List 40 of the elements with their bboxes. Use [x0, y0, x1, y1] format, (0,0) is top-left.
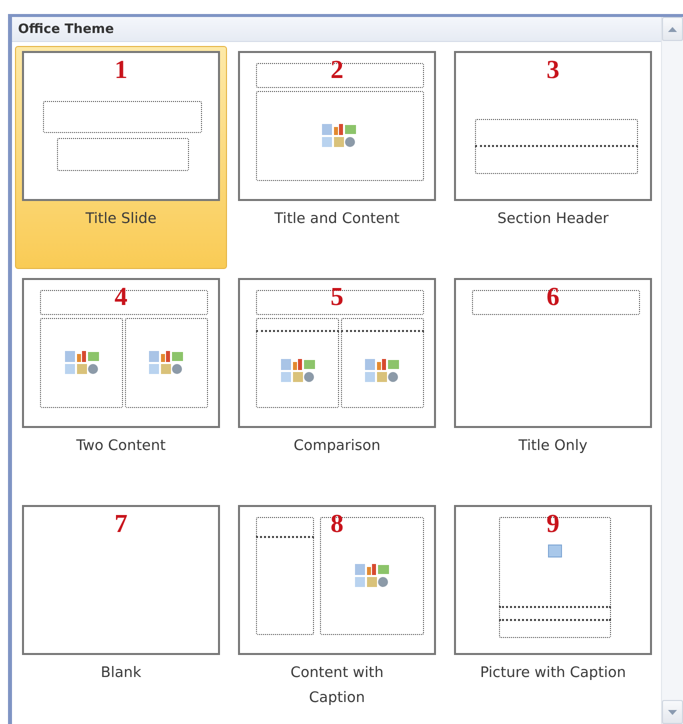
layout-label: Section Header: [496, 210, 610, 229]
down-arrow-icon: [668, 710, 677, 714]
tiles-icon[interactable]: [354, 562, 390, 589]
scroll-up-button[interactable]: [662, 17, 683, 41]
layout-number: 3: [546, 57, 560, 83]
layout-option[interactable]: 9 Picture with Caption: [447, 500, 659, 723]
layout-option[interactable]: 5 Comparison: [231, 273, 443, 496]
layout-option[interactable]: 6 Title Only: [447, 273, 659, 496]
layout-number: 4: [114, 284, 128, 310]
layout-option[interactable]: 4 Two Content: [15, 273, 227, 496]
layout-number: 7: [114, 511, 128, 537]
tiles-icon[interactable]: [320, 123, 357, 150]
layout-label: Comparison: [292, 437, 382, 456]
scroll-down-button[interactable]: [662, 700, 683, 724]
layout-option[interactable]: 2 Title and Content: [231, 46, 443, 269]
tiles-icon[interactable]: [280, 358, 316, 384]
layout-option[interactable]: 7 Blank: [15, 500, 227, 723]
layout-number: 1: [114, 57, 128, 83]
scrollbar[interactable]: [661, 17, 683, 724]
tiles-icon[interactable]: [64, 350, 100, 376]
layout-option[interactable]: 8 Content with Caption: [231, 500, 443, 723]
layout-label: Two Content: [75, 437, 167, 456]
layout-number: 9: [546, 511, 560, 537]
layout-label: Picture with Caption: [479, 664, 627, 683]
up-arrow-icon: [668, 26, 677, 32]
layout-option[interactable]: 3 Section Header: [447, 46, 659, 269]
layout-number: 2: [330, 57, 344, 83]
layout-label: Blank: [100, 664, 142, 683]
layout-label: Content with Caption: [289, 664, 385, 708]
layout-number: 6: [546, 284, 560, 310]
layout-number: 5: [330, 284, 344, 310]
gallery-title: Office Theme: [18, 22, 114, 36]
layout-label: Title and Content: [273, 210, 401, 229]
picture-icon[interactable]: [548, 544, 562, 558]
layout-label: Title Only: [518, 437, 588, 456]
layout-number: 8: [330, 511, 344, 537]
layout-label: Title Slide: [84, 210, 158, 229]
tiles-icon[interactable]: [364, 358, 400, 384]
layout-option[interactable]: 1 Title Slide: [15, 46, 227, 269]
tiles-icon[interactable]: [148, 350, 184, 376]
